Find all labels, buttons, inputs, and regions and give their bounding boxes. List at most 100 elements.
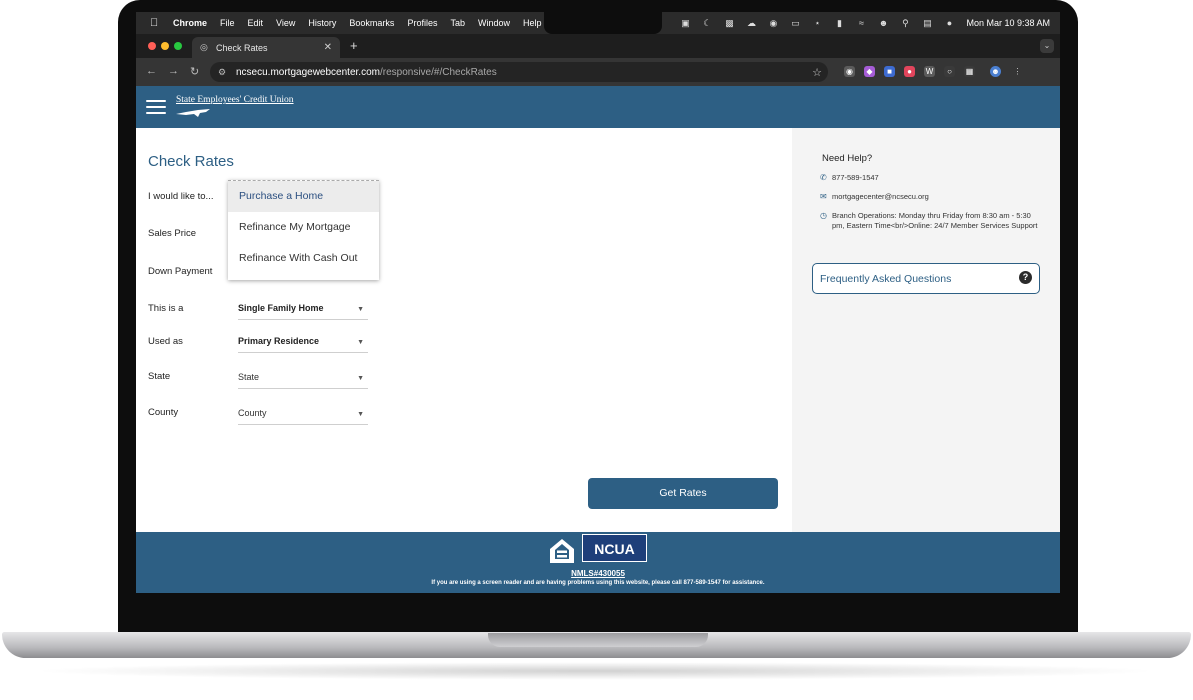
occupancy-value: Primary Residence [238, 336, 320, 346]
faq-label: Frequently Asked Questions [820, 273, 952, 285]
close-icon[interactable]: ✕ [324, 42, 332, 53]
new-tab-button[interactable]: + [350, 38, 358, 53]
extension-icon[interactable]: ● [904, 66, 915, 77]
window-minimize-button[interactable] [161, 42, 169, 50]
laptop-base-notch [488, 633, 708, 647]
window-zoom-button[interactable] [174, 42, 182, 50]
purpose-dropdown-menu: Purchase a Home Refinance My Mortgage Re… [228, 180, 379, 280]
extension-icon[interactable]: ○ [944, 66, 955, 77]
search-icon[interactable]: ⚲ [900, 18, 910, 28]
county-select[interactable]: County ▼ [238, 408, 368, 425]
status-app-icon[interactable]: ▩ [724, 18, 734, 28]
tab-search-button[interactable]: ⌄ [1040, 39, 1054, 53]
site-footer: NCUA NMLS#430055 If you are using a scre… [136, 532, 1060, 593]
browser-toolbar: ← → ↻ ⚙ ncsecu.mortgagewebcenter.com/res… [136, 58, 1060, 86]
site-info-icon[interactable]: ⚙ [218, 67, 230, 78]
bluetooth-icon[interactable]: ⋆ [812, 18, 822, 28]
caret-down-icon: ▼ [357, 306, 364, 313]
menu-history[interactable]: History [308, 18, 336, 28]
siri-icon[interactable]: ● [944, 18, 954, 28]
help-hours-row: ◷ Branch Operations: Monday thru Friday … [820, 211, 1042, 231]
reload-button[interactable]: ↻ [190, 65, 199, 78]
help-sidebar: Need Help? ✆ 877-589-1547 ✉ mortgagecent… [792, 128, 1060, 532]
page-title: Check Rates [148, 153, 234, 170]
laptop-shadow [30, 662, 1160, 680]
help-email-row: ✉ mortgagecenter@ncsecu.org [820, 192, 1042, 202]
apple-icon[interactable]:  [150, 17, 160, 29]
menu-view[interactable]: View [276, 18, 295, 28]
menu-help[interactable]: Help [523, 18, 542, 28]
laptop-screen:  Chrome File Edit View History Bookmark… [136, 12, 1060, 593]
address-bar[interactable]: ⚙ ncsecu.mortgagewebcenter.com/responsiv… [210, 62, 828, 82]
browser-tab-strip: ◎ Check Rates ✕ + ⌄ [136, 34, 1060, 58]
county-label: County [148, 407, 179, 418]
camera-notch [544, 12, 662, 34]
question-circle-icon: ? [1019, 271, 1032, 284]
get-rates-button[interactable]: Get Rates [588, 478, 778, 509]
state-label: State [148, 371, 171, 382]
menu-window[interactable]: Window [478, 18, 510, 28]
browser-tab[interactable]: ◎ Check Rates ✕ [192, 37, 340, 58]
caret-down-icon: ▼ [357, 375, 364, 382]
brand-logo-text[interactable]: State Employees' Credit Union [176, 95, 294, 105]
property-type-value: Single Family Home [238, 303, 324, 313]
site-header: State Employees' Credit Union [136, 86, 1060, 128]
purpose-option-cash-out[interactable]: Refinance With Cash Out [228, 243, 379, 274]
help-phone[interactable]: 877-589-1547 [832, 173, 1042, 183]
url-path: /responsive/#/CheckRates [379, 66, 497, 78]
moon-icon[interactable]: ☾ [702, 18, 712, 28]
menu-edit[interactable]: Edit [248, 18, 264, 28]
help-phone-row: ✆ 877-589-1547 [820, 173, 1042, 183]
menu-tab[interactable]: Tab [450, 18, 465, 28]
caret-down-icon: ▼ [357, 411, 364, 418]
cloud-icon[interactable]: ☁ [746, 18, 756, 28]
property-type-label: This is a [148, 303, 184, 314]
state-select[interactable]: State ▼ [238, 372, 368, 389]
check-rates-form: Check Rates I would like to... Sales Pri… [136, 128, 792, 532]
user-icon[interactable]: ☻ [878, 18, 888, 28]
purpose-label: I would like to... [148, 191, 214, 202]
help-email[interactable]: mortgagecenter@ncsecu.org [832, 192, 1042, 202]
ncua-logo: NCUA [582, 534, 647, 562]
tab-title: Check Rates [216, 42, 268, 53]
envelope-icon: ✉ [820, 192, 827, 201]
forward-button[interactable]: → [168, 65, 179, 77]
north-carolina-logo-icon [176, 109, 210, 117]
profile-avatar[interactable]: ☻ [990, 66, 1001, 77]
faq-button[interactable]: Frequently Asked Questions ? [812, 263, 1040, 294]
display-icon[interactable]: ▭ [790, 18, 800, 28]
purpose-option-refinance[interactable]: Refinance My Mortgage [228, 212, 379, 243]
bookmark-star-icon[interactable]: ☆ [812, 66, 822, 79]
property-type-select[interactable]: Single Family Home ▼ [238, 303, 368, 320]
more-menu-icon[interactable]: ⋮ [1012, 66, 1023, 77]
screen-reader-note: If you are using a screen reader and are… [431, 580, 765, 586]
menu-file[interactable]: File [220, 18, 235, 28]
state-value: State [238, 372, 260, 382]
help-hours: Branch Operations: Monday thru Friday fr… [832, 211, 1038, 230]
equal-housing-opportunity-icon [550, 539, 574, 563]
back-button[interactable]: ← [146, 65, 157, 77]
menu-clock[interactable]: Mon Mar 10 9:38 AM [966, 18, 1050, 28]
menu-bookmarks[interactable]: Bookmarks [349, 18, 394, 28]
purpose-option-purchase[interactable]: Purchase a Home [228, 181, 379, 212]
occupancy-select[interactable]: Primary Residence ▼ [238, 336, 368, 353]
wifi-icon[interactable]: ≈ [856, 18, 866, 28]
url-text: ncsecu.mortgagewebcenter.com/responsive/… [236, 67, 497, 78]
status-app-icon[interactable]: ▣ [680, 18, 690, 28]
globe-icon: ◎ [200, 42, 208, 52]
nmls-link[interactable]: NMLS#430055 [136, 569, 1060, 578]
control-center-icon[interactable]: ▤ [922, 18, 932, 28]
status-area: ▣ ☾ ▩ ☁ ◉ ▭ ⋆ ▮ ≈ ☻ ⚲ ▤ ● Mon Mar 10 9:3… [680, 12, 1050, 34]
menu-profiles[interactable]: Profiles [407, 18, 437, 28]
extensions-puzzle-icon[interactable]: ▦ [964, 66, 975, 77]
status-app-icon[interactable]: ◉ [768, 18, 778, 28]
extension-icon[interactable]: ◆ [864, 66, 875, 77]
window-close-button[interactable] [148, 42, 156, 50]
hamburger-menu-icon[interactable] [146, 100, 166, 114]
extension-icon[interactable]: ■ [884, 66, 895, 77]
menu-app-name[interactable]: Chrome [173, 18, 207, 28]
extension-icon[interactable]: W [924, 66, 935, 77]
phone-icon: ✆ [820, 173, 827, 182]
extension-camera-icon[interactable]: ◉ [844, 66, 855, 77]
battery-icon[interactable]: ▮ [834, 18, 844, 28]
